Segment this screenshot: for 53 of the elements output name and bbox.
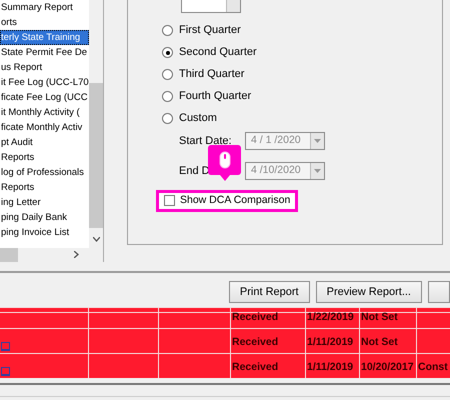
list-item[interactable]: State Permit Fee De [0,45,90,60]
mouse-icon [218,151,230,169]
list-item[interactable]: Summary Report [0,0,90,15]
radio-button[interactable] [162,25,173,36]
radio-button[interactable] [162,113,173,124]
radio-label: Fourth Quarter [179,89,252,104]
grid-cell-text: 1/11/2019 [307,360,354,376]
grid-cell-text: Received [232,335,278,350]
grid-cell-text: Not Set [361,335,398,350]
grid-cell-text: Const [418,360,448,376]
list-item[interactable]: log of Professionals [0,165,90,180]
date-label: Start Date: [179,134,233,149]
scrollbar-thumb[interactable] [89,83,103,228]
list-item[interactable]: us Report [0,60,90,75]
scroll-down-icon[interactable] [93,236,100,242]
dialog-button[interactable] [428,281,450,303]
list-item[interactable]: ping Daily Bank [0,210,90,225]
link-icon[interactable] [1,367,10,376]
checkbox-label: Show DCA Comparison [180,193,290,208]
radio-label: Third Quarter [179,67,244,82]
grid-cell-text: 1/11/2019 [307,335,354,350]
list-item[interactable]: Reports [0,180,90,195]
grid-cell-text: 10/20/2017 [361,360,414,376]
list-item[interactable]: ping Invoice List [0,225,90,240]
list-item[interactable]: ficate Fee Log (UCC [0,90,90,105]
radio-label: Second Quarter [179,45,257,60]
link-icon[interactable] [1,342,10,351]
grid-cell-text: 1/22/2019 [307,310,354,326]
grid-cell-text: Not Set [361,310,398,326]
list-item[interactable]: ing Letter [0,195,90,210]
year-dropdown[interactable] [181,0,241,13]
list-item[interactable]: ficate Monthly Activ [0,120,90,135]
grid-cell-text: Received [232,310,278,326]
grid-row[interactable]: Received 1/11/2019 Not Set [0,328,450,353]
radio-button[interactable] [162,91,173,102]
list-item[interactable]: pt Audit [0,135,90,150]
list-item[interactable]: terly State Training [0,30,90,45]
radio-label: Custom [179,111,217,126]
scroll-right-icon[interactable] [74,251,79,258]
report-button[interactable]: Print Report [228,281,310,303]
grid-row[interactable]: Received 1/22/2019 Not Set [0,312,450,328]
list-item[interactable]: orts [0,15,90,30]
radio-button[interactable] [162,69,173,80]
list-item[interactable]: it Monthly Activity ( [0,105,90,120]
radio-button[interactable] [162,47,173,58]
radio-label: First Quarter [179,23,241,38]
report-button[interactable]: Preview Report... [316,281,422,303]
list-item[interactable]: Reports [0,150,90,165]
grid-row[interactable]: Received 1/11/2019 10/20/2017 Const [0,353,450,378]
list-item[interactable]: it Fee Log (UCC-L70 [0,75,90,90]
grid-cell-text: Received [232,360,278,376]
scrollbar-thumb[interactable] [0,248,18,262]
checkbox[interactable] [164,195,175,206]
